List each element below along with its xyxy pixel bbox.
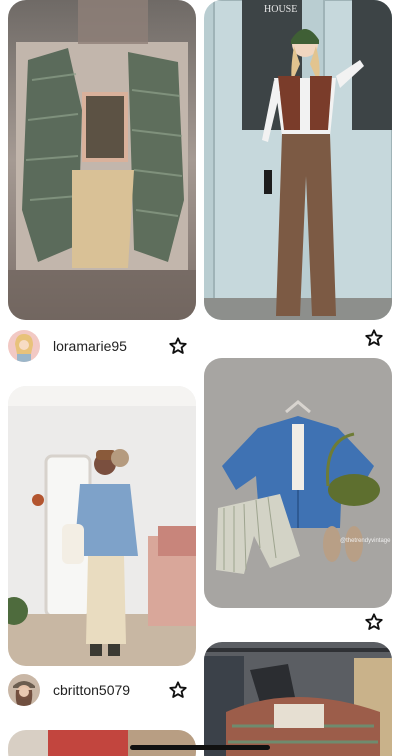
post-image-denim-outfit[interactable] [8, 386, 196, 666]
star-icon[interactable] [364, 328, 384, 348]
home-indicator [130, 745, 270, 750]
post-image-corduroy-outfit[interactable]: HOUSE [204, 0, 392, 320]
avatar[interactable] [8, 330, 40, 362]
avatar[interactable] [8, 674, 40, 706]
star-icon[interactable] [168, 336, 188, 356]
post-image-denim-flatlay[interactable]: @thetrendyvintage [204, 358, 392, 608]
svg-text:HOUSE: HOUSE [264, 4, 297, 15]
username[interactable]: cbritton5079 [53, 682, 130, 698]
post-meta: loramarie95 [8, 328, 196, 364]
star-icon[interactable] [364, 612, 384, 632]
post-meta [204, 320, 392, 356]
post-meta: cbritton5079 [8, 672, 196, 708]
star-icon[interactable] [168, 680, 188, 700]
watermark: @thetrendyvintage [340, 538, 391, 544]
post-image-clothing-rack[interactable] [204, 642, 392, 756]
post-meta [204, 604, 392, 640]
post-image-red-jacket[interactable] [8, 730, 196, 756]
post-image-plaid-outfit[interactable] [8, 0, 196, 320]
username[interactable]: loramarie95 [53, 338, 127, 354]
